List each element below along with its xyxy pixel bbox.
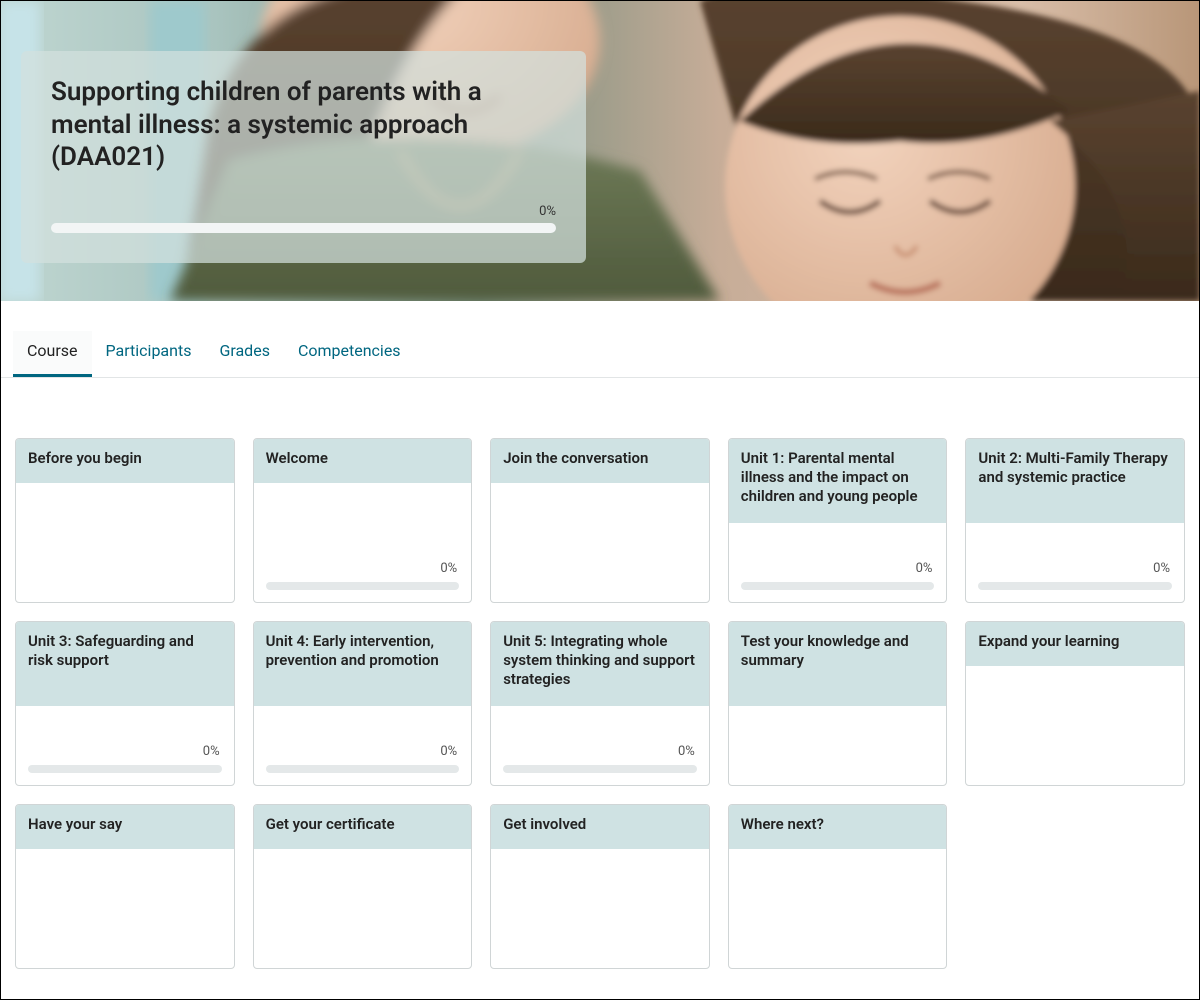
section-progress-label: 0% [678, 744, 695, 759]
section-progress-bar [978, 582, 1172, 590]
section-card-title: Get involved [491, 805, 709, 849]
section-card[interactable]: Have your say [15, 804, 235, 969]
section-card[interactable]: Unit 2: Multi-Family Therapy and systemi… [965, 438, 1185, 603]
hero-banner: Supporting children of parents with a me… [1, 1, 1199, 301]
tab-participants[interactable]: Participants [92, 331, 206, 377]
section-card[interactable]: Get involved [490, 804, 710, 969]
section-card-body: 0% [16, 706, 234, 785]
section-progress-bar [503, 765, 697, 773]
section-card-body: 0% [254, 483, 472, 602]
section-card-body [729, 706, 947, 785]
section-progress-label: 0% [1153, 561, 1170, 576]
section-card-title: Have your say [16, 805, 234, 849]
section-card-title: Unit 3: Safeguarding and risk support [16, 622, 234, 706]
tab-competencies[interactable]: Competencies [284, 331, 415, 377]
section-progress-bar [741, 582, 935, 590]
section-card-title: Unit 4: Early intervention, prevention a… [254, 622, 472, 706]
section-card-title: Get your certificate [254, 805, 472, 849]
course-tabs: CourseParticipantsGradesCompetencies [1, 301, 1199, 378]
section-progress-bar [28, 765, 222, 773]
section-card-title: Test your knowledge and summary [729, 622, 947, 706]
section-card-body [491, 483, 709, 602]
section-progress-bar [266, 765, 460, 773]
section-card-body [491, 849, 709, 968]
section-card[interactable]: Where next? [728, 804, 948, 969]
section-card-body: 0% [966, 523, 1184, 602]
section-card[interactable]: Unit 5: Integrating whole system thinkin… [490, 621, 710, 786]
section-progress-label: 0% [440, 561, 457, 576]
section-card-body [16, 483, 234, 602]
section-card-body [16, 849, 234, 968]
section-card-body: 0% [491, 706, 709, 785]
section-card-body: 0% [254, 706, 472, 785]
section-card-title: Where next? [729, 805, 947, 849]
hero-overlay-card: Supporting children of parents with a me… [21, 51, 586, 263]
section-card-title: Welcome [254, 439, 472, 483]
section-card-body: 0% [729, 523, 947, 602]
course-title: Supporting children of parents with a me… [51, 76, 556, 174]
section-progress-label: 0% [916, 561, 933, 576]
hero-progress-label: 0% [51, 204, 556, 219]
section-progress-label: 0% [440, 744, 457, 759]
section-card-title: Unit 2: Multi-Family Therapy and systemi… [966, 439, 1184, 523]
section-card[interactable]: Test your knowledge and summary [728, 621, 948, 786]
section-card[interactable]: Expand your learning [965, 621, 1185, 786]
section-card-title: Unit 1: Parental mental illness and the … [729, 439, 947, 523]
section-card-title: Before you begin [16, 439, 234, 483]
section-card[interactable]: Welcome 0% [253, 438, 473, 603]
section-progress-bar [266, 582, 460, 590]
tab-grades[interactable]: Grades [205, 331, 283, 377]
section-card[interactable]: Before you begin [15, 438, 235, 603]
section-card[interactable]: Unit 1: Parental mental illness and the … [728, 438, 948, 603]
section-progress-label: 0% [203, 744, 220, 759]
section-card-title: Expand your learning [966, 622, 1184, 666]
section-card[interactable]: Get your certificate [253, 804, 473, 969]
section-card-title: Join the conversation [491, 439, 709, 483]
hero-progress-bar [51, 223, 556, 233]
section-card[interactable]: Unit 3: Safeguarding and risk support 0% [15, 621, 235, 786]
section-card-body [729, 849, 947, 968]
course-section-grid: Before you begin Welcome 0% Join the conver… [1, 378, 1199, 989]
section-card-body [254, 849, 472, 968]
tab-course[interactable]: Course [13, 331, 92, 377]
section-card-title: Unit 5: Integrating whole system thinkin… [491, 622, 709, 706]
section-card[interactable]: Unit 4: Early intervention, prevention a… [253, 621, 473, 786]
section-card-body [966, 666, 1184, 785]
section-card[interactable]: Join the conversation [490, 438, 710, 603]
